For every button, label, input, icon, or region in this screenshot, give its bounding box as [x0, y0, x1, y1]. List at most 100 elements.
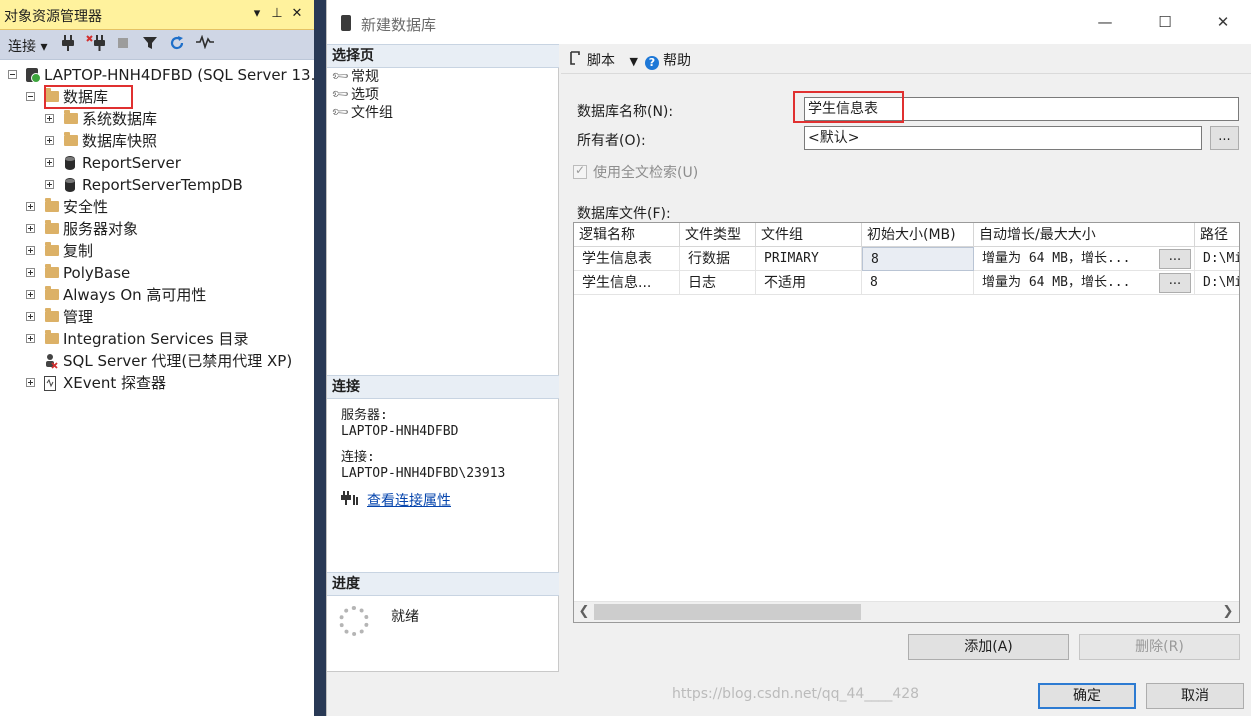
progress-header: 进度	[327, 572, 559, 596]
expand-icon[interactable]	[45, 114, 54, 123]
column-header[interactable]: 路径	[1195, 223, 1239, 247]
table-cell[interactable]: 学生信息表	[574, 247, 680, 271]
table-cell[interactable]: 学生信息...	[574, 271, 680, 295]
column-header[interactable]: 逻辑名称	[574, 223, 680, 247]
filter-icon[interactable]	[140, 35, 160, 55]
tree-node-reportservertempdb[interactable]: ReportServerTempDB	[0, 174, 314, 196]
owner-label: 所有者(O):	[577, 133, 646, 149]
tree-node-security[interactable]: 安全性	[0, 196, 314, 218]
fulltext-checkbox[interactable]: 使用全文检索(U)	[573, 162, 698, 182]
expand-icon[interactable]	[45, 158, 54, 167]
horizontal-scrollbar[interactable]: ❮ ❯	[574, 601, 1239, 622]
owner-input[interactable]: <默认>	[804, 126, 1202, 150]
tree-node-integration-services[interactable]: Integration Services 目录	[0, 328, 314, 350]
new-database-dialog: 新建数据库 — ☐ ✕ 选择页 🔧︎常规 🔧︎选项 🔧︎文件组 连接 服务器: …	[326, 0, 1251, 716]
collapse-icon[interactable]	[26, 92, 35, 101]
autogrowth-edit-button[interactable]: ...	[1159, 249, 1191, 269]
tree-node-label: 服务器对象	[63, 220, 139, 238]
script-label: 脚本	[587, 53, 615, 69]
checkbox-icon	[573, 163, 587, 179]
folder-icon	[45, 242, 59, 256]
expand-icon[interactable]	[26, 334, 35, 343]
remove-button[interactable]: 删除(R)	[1079, 634, 1240, 660]
server-label: 服务器:	[341, 408, 388, 423]
tree-node-management[interactable]: 管理	[0, 306, 314, 328]
column-header[interactable]: 自动增长/最大大小	[974, 223, 1195, 247]
highlight-box	[793, 91, 904, 123]
expand-icon[interactable]	[26, 202, 35, 211]
tree-node-server[interactable]: LAPTOP-HNH4DFBD (SQL Server 13.0	[0, 64, 325, 86]
table-cell[interactable]: 不适用	[756, 271, 862, 295]
expand-icon[interactable]	[26, 268, 35, 277]
panel-pin-icon[interactable]: ⊥	[268, 4, 286, 24]
page-label: 常规	[351, 69, 379, 85]
connection-plug-icon	[341, 491, 359, 509]
expand-icon[interactable]	[26, 224, 35, 233]
tree-node-sql-agent[interactable]: SQL Server 代理(已禁用代理 XP)	[0, 350, 314, 372]
tree-node-server-objects[interactable]: 服务器对象	[0, 218, 314, 240]
table-cell[interactable]: 行数据	[680, 247, 756, 271]
ok-button[interactable]: 确定	[1038, 683, 1136, 709]
folder-icon	[45, 198, 59, 212]
dialog-toolbar: 脚本 ▼ ? 帮助	[561, 44, 1251, 74]
close-icon[interactable]: ✕	[1211, 10, 1235, 34]
table-cell[interactable]: 8	[862, 271, 974, 295]
tree-node-label: 安全性	[63, 198, 109, 216]
expand-icon[interactable]	[45, 136, 54, 145]
cancel-button[interactable]: 取消	[1146, 683, 1244, 709]
table-cell[interactable]: D:\Mi	[1195, 247, 1239, 271]
collapse-icon[interactable]	[8, 70, 17, 79]
tree-node-xevent[interactable]: XEvent 探查器	[0, 372, 314, 394]
activity-monitor-icon[interactable]	[195, 34, 215, 55]
expand-icon[interactable]	[26, 290, 35, 299]
tree-node-replication[interactable]: 复制	[0, 240, 314, 262]
minimize-icon[interactable]: —	[1093, 10, 1117, 34]
refresh-icon[interactable]	[167, 35, 187, 55]
view-connection-properties-link[interactable]: 查看连接属性	[367, 493, 451, 509]
folder-icon	[45, 330, 59, 344]
connect-dropdown-button[interactable]: 连接 ▾	[8, 36, 47, 56]
autogrowth-edit-button[interactable]: ...	[1159, 273, 1191, 293]
expand-icon[interactable]	[26, 312, 35, 321]
column-header[interactable]: 文件组	[756, 223, 862, 247]
expand-icon[interactable]	[26, 378, 35, 387]
tree-node-system-databases[interactable]: 系统数据库	[0, 108, 314, 130]
connect-plug-icon[interactable]	[58, 35, 78, 55]
add-button[interactable]: 添加(A)	[908, 634, 1069, 660]
dialog-left-pane: 选择页 🔧︎常规 🔧︎选项 🔧︎文件组 连接 服务器: LAPTOP-HNH4D…	[327, 44, 559, 672]
page-label: 选项	[351, 87, 379, 103]
tree-node-always-on[interactable]: Always On 高可用性	[0, 284, 314, 306]
expand-icon[interactable]	[26, 246, 35, 255]
table-cell[interactable]: 8	[862, 247, 974, 271]
tree-node-reportserver[interactable]: ReportServer	[0, 152, 314, 174]
dialog-app-icon	[341, 15, 351, 31]
owner-browse-button[interactable]: ...	[1210, 126, 1239, 150]
page-filegroups[interactable]: 🔧︎文件组	[330, 102, 393, 123]
panel-splitter[interactable]	[314, 0, 326, 716]
table-cell[interactable]: 日志	[680, 271, 756, 295]
chevron-down-icon[interactable]: ▼	[629, 55, 637, 68]
table-cell[interactable]: PRIMARY	[756, 247, 862, 271]
tree-node-polybase[interactable]: PolyBase	[0, 262, 314, 284]
maximize-icon[interactable]: ☐	[1153, 10, 1177, 34]
panel-dropdown-icon[interactable]: ▾	[248, 4, 266, 24]
scrollbar-thumb[interactable]	[594, 604, 861, 620]
scroll-right-icon[interactable]: ❯	[1219, 603, 1237, 621]
connection-header: 连接	[327, 375, 559, 399]
tree-node-label: ReportServerTempDB	[82, 176, 243, 194]
tree-node-database-snapshots[interactable]: 数据库快照	[0, 130, 314, 152]
scroll-left-icon[interactable]: ❮	[575, 603, 593, 621]
script-button[interactable]: 脚本 ▼	[569, 50, 638, 70]
db-name-label: 数据库名称(N):	[577, 104, 674, 120]
panel-close-icon[interactable]: ✕	[288, 4, 306, 24]
expand-icon[interactable]	[45, 180, 54, 189]
column-header[interactable]: 初始大小(MB)	[862, 223, 974, 247]
column-header[interactable]: 文件类型	[680, 223, 756, 247]
tree-node-label: LAPTOP-HNH4DFBD (SQL Server 13.0	[44, 66, 325, 84]
stop-icon[interactable]	[113, 35, 133, 55]
disconnect-icon[interactable]	[86, 35, 106, 55]
table-cell[interactable]: D:\Mi	[1195, 271, 1239, 295]
tree-node-label: XEvent 探查器	[63, 374, 167, 392]
folder-icon	[45, 264, 59, 278]
help-button[interactable]: ? 帮助	[645, 50, 691, 70]
